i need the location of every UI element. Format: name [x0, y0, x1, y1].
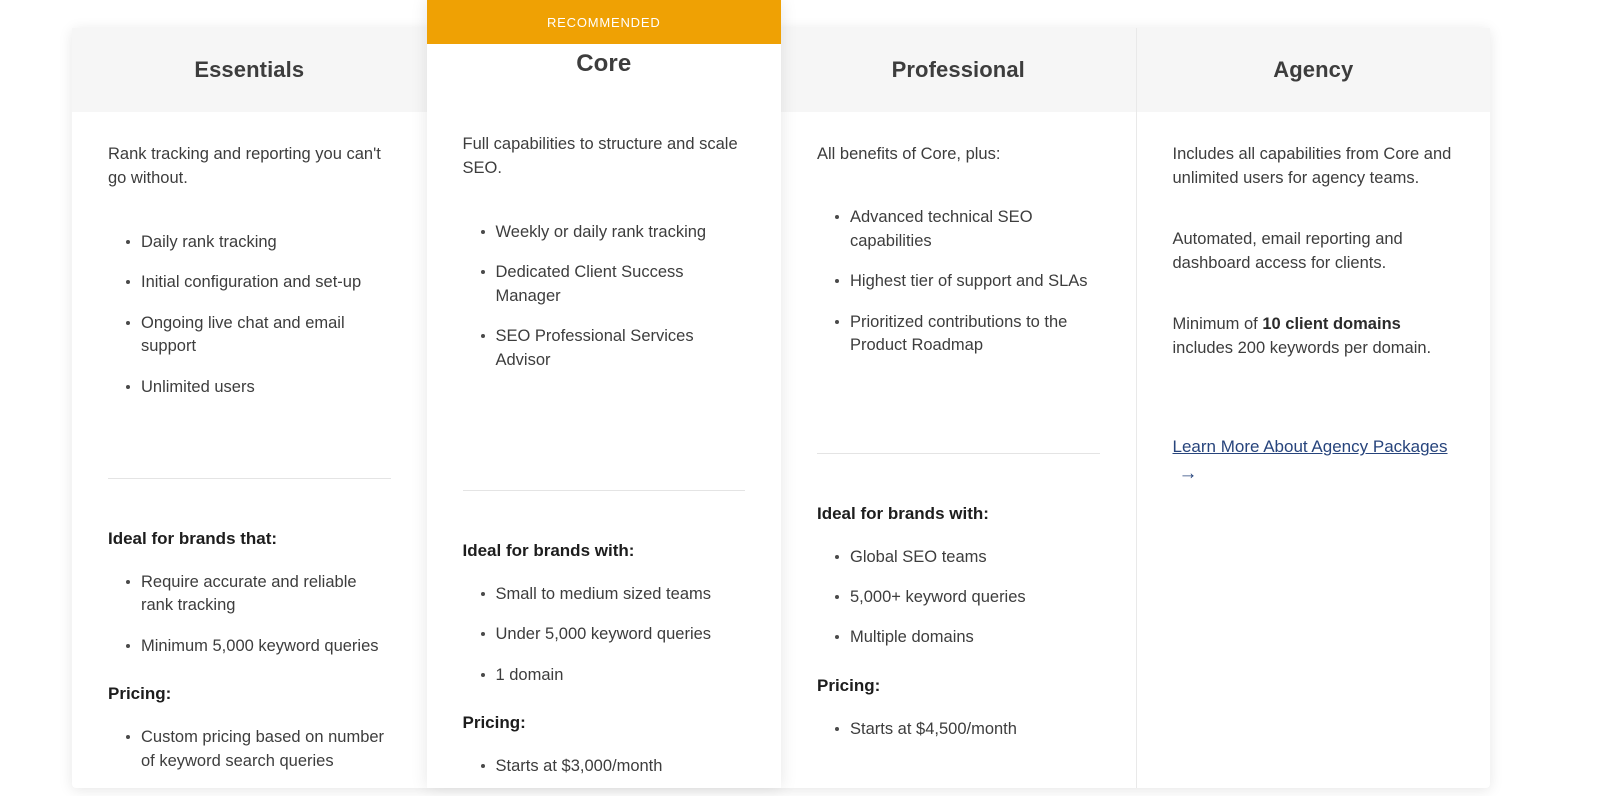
plan-title: Agency [1273, 57, 1354, 82]
agency-paragraph-1: Includes all capabilities from Core and … [1172, 145, 1452, 188]
pricing-column-core: RECOMMENDED Core Full capabilities to st… [426, 0, 781, 788]
pricing-comparison-page: Essentials Rank tracking and reporting y… [0, 0, 1600, 788]
pricing-heading: Pricing: [108, 684, 172, 704]
learn-more-agency-packages-link[interactable]: Learn More About Agency Packages → [1173, 434, 1455, 489]
list-item: Initial configuration and set-up [126, 271, 391, 294]
pricing-column-agency: Agency Includes all capabilities from Co… [1135, 28, 1491, 788]
list-item: Multiple domains [835, 626, 1100, 649]
pricing-heading: Pricing: [462, 713, 526, 733]
ideal-list: Require accurate and reliable rank track… [108, 571, 391, 658]
list-item: Global SEO teams [835, 546, 1100, 569]
plan-lede: All benefits of Core, plus: [817, 145, 1001, 163]
pricing-column-essentials: Essentials Rank tracking and reporting y… [72, 28, 427, 788]
column-body-essentials: Rank tracking and reporting you can't go… [72, 112, 427, 790]
column-body-agency: Includes all capabilities from Core and … [1137, 112, 1491, 788]
list-item: Starts at $3,000/month [480, 755, 746, 778]
pricing-list: Custom pricing based on number of keywor… [108, 726, 391, 773]
column-body-professional: All benefits of Core, plus: Advanced tec… [781, 112, 1136, 788]
feature-list: Weekly or daily rank tracking Dedicated … [463, 221, 746, 372]
list-item: 5,000+ keyword queries [835, 586, 1100, 609]
section-divider [108, 477, 391, 479]
pricing-list: Starts at $4,500/month [817, 718, 1100, 741]
ideal-heading: Ideal for brands with: [462, 540, 635, 560]
plan-lede: Full capabilities to structure and scale… [462, 135, 738, 178]
pricing-heading: Pricing: [817, 675, 881, 695]
plan-title: Professional [891, 57, 1025, 82]
list-item: SEO Professional Services Advisor [480, 325, 746, 372]
list-item: Require accurate and reliable rank track… [126, 571, 391, 618]
minimum-prefix: Minimum of [1172, 314, 1263, 333]
column-body-core: Full capabilities to structure and scale… [427, 100, 782, 796]
column-header-agency: Agency [1136, 28, 1490, 112]
list-item: Daily rank tracking [126, 231, 391, 254]
list-item: Ongoing live chat and email support [126, 312, 391, 359]
ideal-list: Global SEO teams 5,000+ keyword queries … [817, 546, 1100, 650]
minimum-suffix: includes 200 keywords per domain. [1172, 339, 1432, 358]
list-item: Advanced technical SEO capabilities [835, 206, 1100, 253]
section-divider [817, 452, 1100, 454]
list-item: 1 domain [480, 664, 746, 687]
section-divider [462, 489, 745, 491]
plan-lede: Rank tracking and reporting you can't go… [108, 145, 381, 188]
plan-title: Core [576, 50, 632, 77]
recommended-label: RECOMMENDED [546, 14, 661, 30]
pricing-column-professional: Professional All benefits of Core, plus:… [781, 28, 1136, 788]
column-header-essentials: Essentials [72, 28, 427, 112]
list-item: Dedicated Client Success Manager [480, 261, 746, 308]
pricing-list: Starts at $3,000/month [463, 755, 746, 778]
column-header-professional: Professional [781, 28, 1136, 112]
list-item: Highest tier of support and SLAs [835, 270, 1100, 293]
plan-title: Essentials [194, 57, 305, 82]
list-item: Custom pricing based on number of keywor… [126, 726, 391, 773]
list-item: Weekly or daily rank tracking [480, 221, 746, 244]
list-item: Minimum 5,000 keyword queries [126, 635, 391, 658]
list-item: Unlimited users [126, 376, 391, 399]
list-item: Under 5,000 keyword queries [480, 623, 746, 646]
agency-paragraph-2: Automated, email reporting and dashboard… [1172, 229, 1403, 273]
link-label: Learn More About Agency Packages [1172, 437, 1448, 457]
pricing-table: Essentials Rank tracking and reporting y… [72, 0, 1491, 788]
list-item: Prioritized contributions to the Product… [835, 311, 1100, 358]
feature-list: Advanced technical SEO capabilities High… [817, 206, 1100, 357]
arrow-right-icon: → [1178, 463, 1198, 485]
minimum-bold: 10 client domains [1262, 314, 1401, 333]
ideal-list: Small to medium sized teams Under 5,000 … [463, 583, 746, 687]
ideal-heading: Ideal for brands with: [817, 503, 989, 523]
recommended-ribbon: RECOMMENDED [426, 0, 781, 44]
list-item: Small to medium sized teams [480, 583, 746, 606]
agency-minimum-note: Minimum of 10 client domains includes 20… [1173, 312, 1455, 361]
list-item: Starts at $4,500/month [835, 718, 1100, 741]
feature-list: Daily rank tracking Initial configuratio… [108, 231, 391, 399]
ideal-heading: Ideal for brands that: [108, 528, 278, 548]
